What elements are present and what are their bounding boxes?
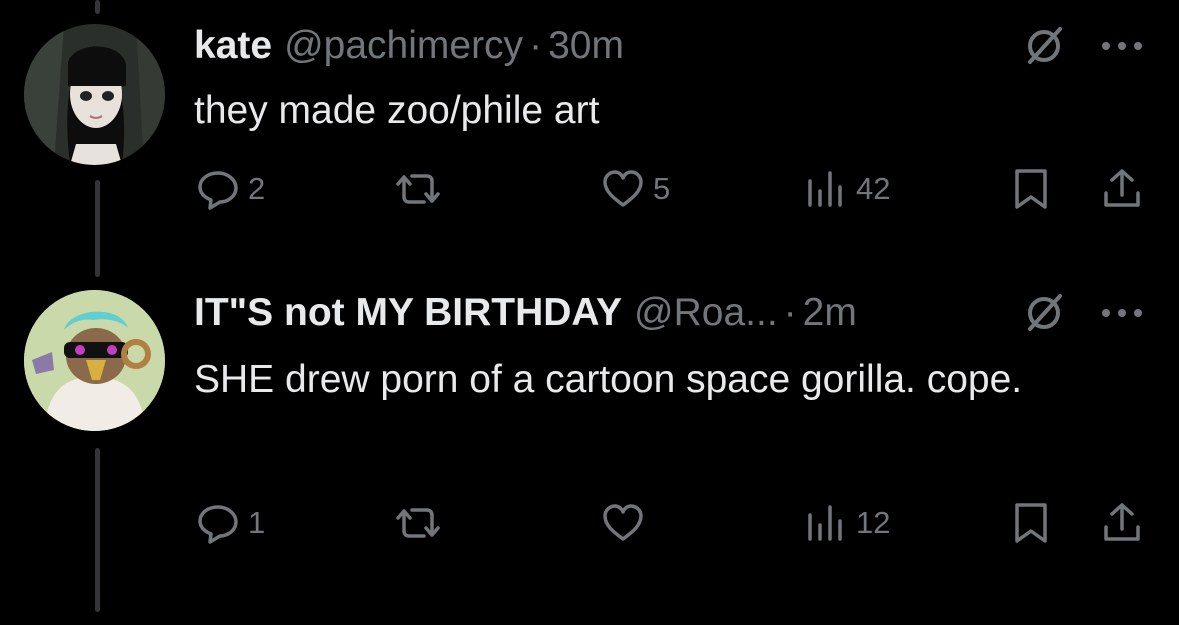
more-icon[interactable] xyxy=(1102,42,1142,54)
heart-icon xyxy=(603,170,643,207)
heart-icon xyxy=(603,504,643,541)
reply-icon xyxy=(198,505,238,544)
separator-dot: · xyxy=(529,24,543,67)
bookmark-button[interactable] xyxy=(1009,164,1053,214)
share-button[interactable] xyxy=(1100,164,1144,214)
bookmark-icon xyxy=(1015,503,1047,543)
tweet[interactable]: IT"S not MY BIRTHDAY @Roa... · 2m SHE dr… xyxy=(0,260,1179,625)
views-count: 42 xyxy=(856,171,891,206)
username[interactable]: @Roa... xyxy=(634,287,778,339)
tweet-header: IT"S not MY BIRTHDAY @Roa... · 2m xyxy=(194,287,979,339)
views-button[interactable]: 42 xyxy=(804,164,890,214)
username[interactable]: @pachimercy xyxy=(284,20,523,72)
reply-icon xyxy=(198,171,238,210)
like-button[interactable] xyxy=(601,498,653,548)
repost-button[interactable] xyxy=(396,498,448,548)
bookmark-button[interactable] xyxy=(1009,498,1053,548)
like-button[interactable]: 5 xyxy=(601,164,670,214)
like-count: 5 xyxy=(653,171,671,206)
timestamp[interactable]: 30m xyxy=(548,20,624,72)
tweet-text: they made zoo/phile art xyxy=(194,89,600,132)
repost-button[interactable] xyxy=(396,164,448,214)
grok-icon[interactable] xyxy=(1022,291,1066,335)
more-icon[interactable] xyxy=(1102,309,1142,321)
views-icon xyxy=(808,505,842,541)
bookmark-icon xyxy=(1015,169,1047,209)
separator-dot: · xyxy=(783,291,797,334)
avatar[interactable] xyxy=(24,24,165,165)
views-icon xyxy=(808,171,842,207)
views-count: 12 xyxy=(856,505,891,540)
repost-icon xyxy=(396,508,440,538)
views-button[interactable]: 12 xyxy=(804,498,890,548)
share-icon xyxy=(1104,169,1140,207)
avatar-image xyxy=(24,290,165,431)
avatar-image xyxy=(24,24,165,165)
reply-button[interactable]: 2 xyxy=(196,164,265,214)
share-icon xyxy=(1104,503,1140,541)
share-button[interactable] xyxy=(1100,498,1144,548)
display-name[interactable]: IT"S not MY BIRTHDAY xyxy=(194,287,622,339)
timestamp[interactable]: 2m xyxy=(803,287,857,339)
repost-icon xyxy=(396,174,440,204)
tweet-header: kate @pachimercy · 30m xyxy=(194,20,979,72)
reply-count: 2 xyxy=(248,171,266,206)
grok-icon[interactable] xyxy=(1022,24,1066,68)
display-name[interactable]: kate xyxy=(194,20,272,72)
tweet[interactable]: kate @pachimercy · 30m they made zoo/phi… xyxy=(0,0,1179,260)
tweet-text: SHE drew porn of a cartoon space gorilla… xyxy=(194,358,1023,401)
reply-count: 1 xyxy=(248,505,266,540)
reply-button[interactable]: 1 xyxy=(196,498,265,548)
avatar[interactable] xyxy=(24,290,165,431)
